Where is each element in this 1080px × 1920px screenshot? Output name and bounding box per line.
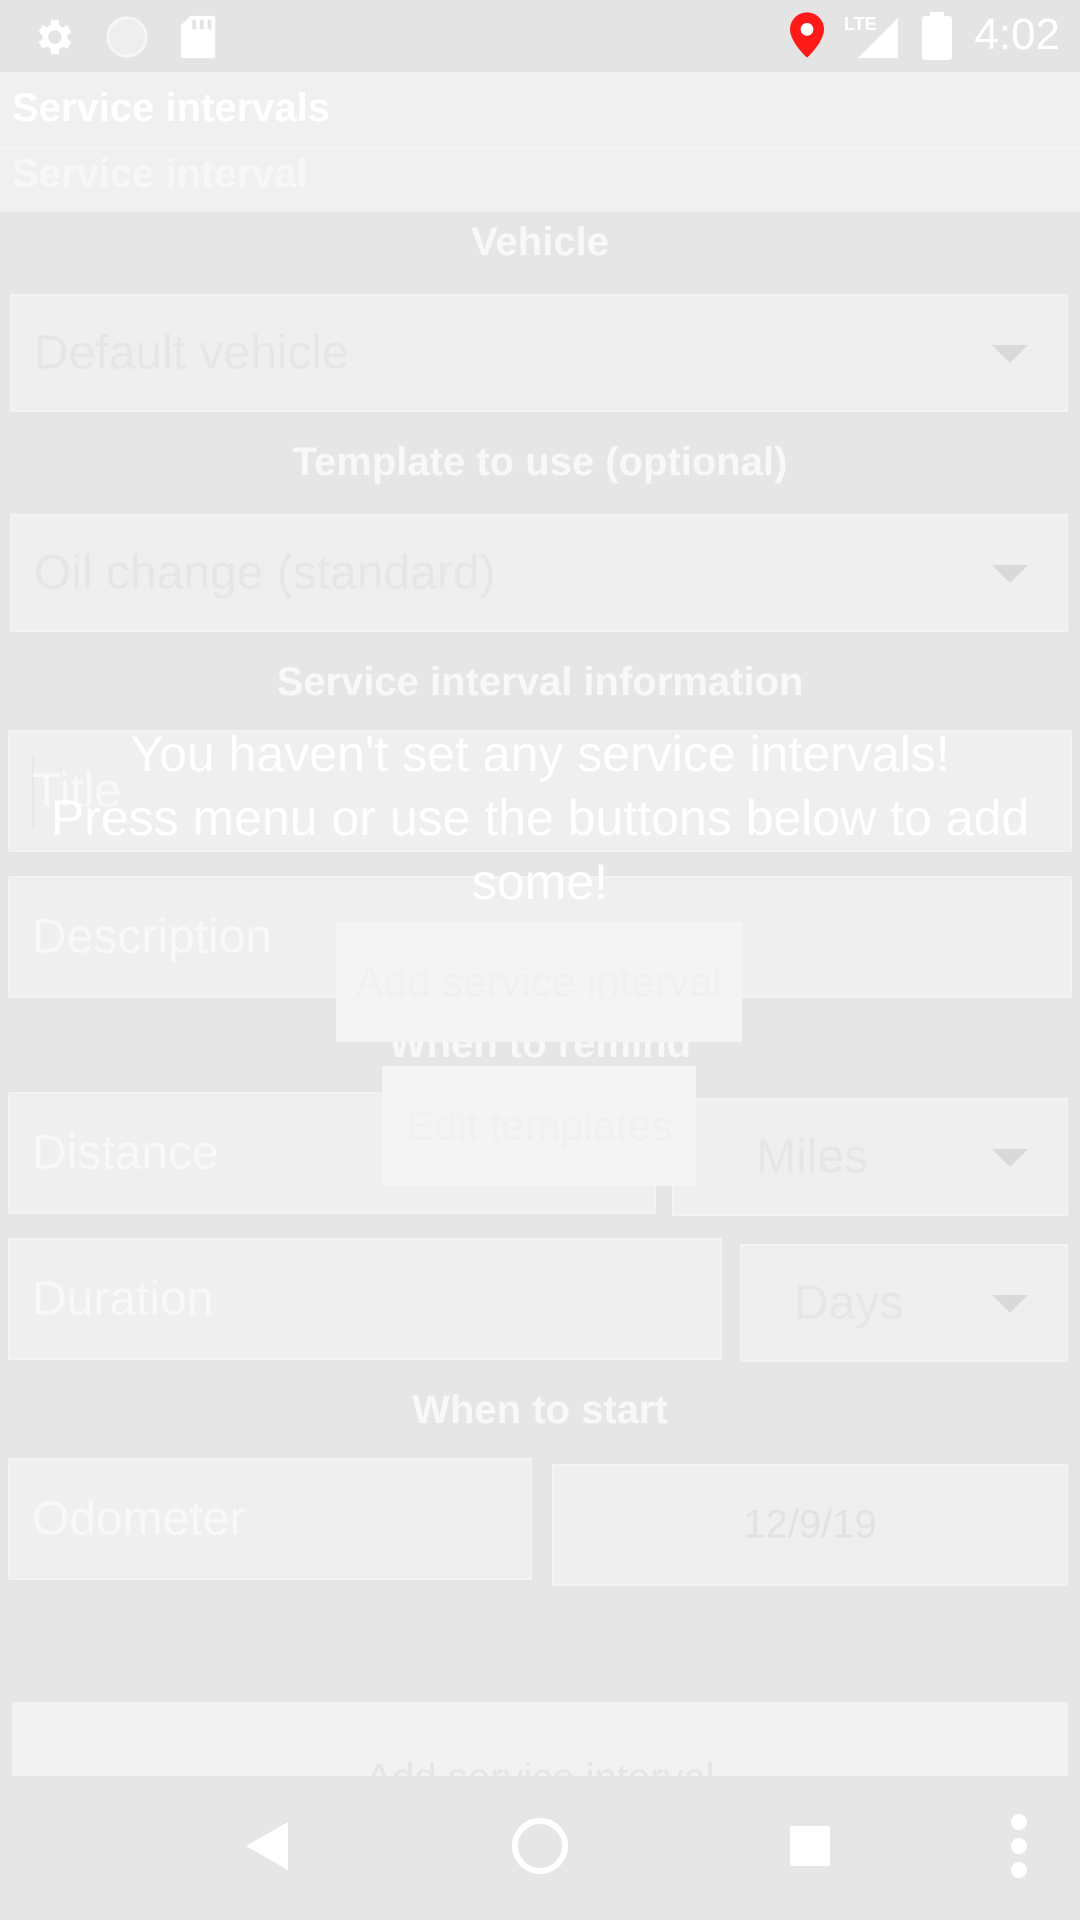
add-service-interval-button[interactable]: Add service interval [336, 922, 742, 1042]
app-bar-divider [0, 148, 1080, 149]
app-bar: Service intervals Service interval [0, 72, 1080, 212]
sd-card-icon [178, 14, 218, 65]
template-label: Template to use (optional) [292, 440, 788, 484]
edit-templates-button[interactable]: Edit templates [382, 1066, 696, 1186]
vehicle-value: Default vehicle [34, 326, 349, 380]
overflow-menu-icon[interactable] [1010, 1814, 1028, 1883]
dialog-title: Service interval [12, 152, 308, 196]
start-date-value: 12/9/19 [743, 1502, 877, 1547]
chevron-down-icon [992, 345, 1028, 363]
chevron-down-icon [992, 1149, 1028, 1167]
empty-state-line: Press menu or use the buttons below to a… [50, 790, 1030, 846]
back-icon[interactable] [246, 1822, 288, 1875]
template-spinner[interactable]: Oil change (standard) [10, 514, 1068, 632]
duration-unit-value: Days [794, 1276, 904, 1330]
edit-button-label: Edit templates [405, 1102, 673, 1149]
battery-icon [922, 12, 952, 65]
chevron-down-icon [992, 565, 1028, 583]
distance-unit-value: Miles [756, 1130, 869, 1184]
info-label: Service interval information [276, 660, 804, 704]
duration-unit-spinner[interactable]: Days [740, 1244, 1068, 1362]
start-date-button[interactable]: 12/9/19 [552, 1464, 1068, 1586]
description-placeholder: Description [32, 910, 273, 964]
start-label: When to start [412, 1388, 668, 1432]
odometer-placeholder: Odometer [32, 1492, 246, 1546]
network-type-label: LTE [844, 14, 877, 34]
home-icon[interactable] [510, 1816, 570, 1881]
duration-field[interactable]: Duration [8, 1238, 722, 1360]
status-time: 4:02 [974, 10, 1060, 59]
navigation-bar [0, 1776, 1080, 1920]
lte-signal-icon: LTE [842, 14, 898, 63]
status-bar: LTE 4:02 [0, 0, 1080, 72]
vehicle-spinner[interactable]: Default vehicle [10, 294, 1068, 412]
submit-label: Add service interval [12, 1756, 1068, 1776]
empty-state-message: You haven't set any service intervals! P… [0, 722, 1080, 914]
empty-state-line: You haven't set any service intervals! [130, 726, 950, 782]
location-pin-icon [790, 12, 824, 63]
add-service-interval-submit-button[interactable]: Add service interval [12, 1702, 1068, 1776]
vehicle-label: Vehicle [471, 220, 609, 264]
gear-icon [30, 14, 76, 65]
distance-unit-spinner[interactable]: Miles [672, 1098, 1068, 1216]
duration-placeholder: Duration [32, 1272, 214, 1326]
chevron-down-icon [992, 1295, 1028, 1313]
recents-icon[interactable] [790, 1826, 830, 1871]
odometer-field[interactable]: Odometer [8, 1458, 532, 1580]
page-title: Service intervals [12, 86, 330, 130]
add-button-label: Add service interval [355, 958, 723, 1005]
template-value: Oil change (standard) [34, 546, 496, 600]
circle-icon [104, 14, 150, 65]
empty-state-line: some! [471, 854, 609, 910]
distance-placeholder: Distance [32, 1126, 219, 1180]
